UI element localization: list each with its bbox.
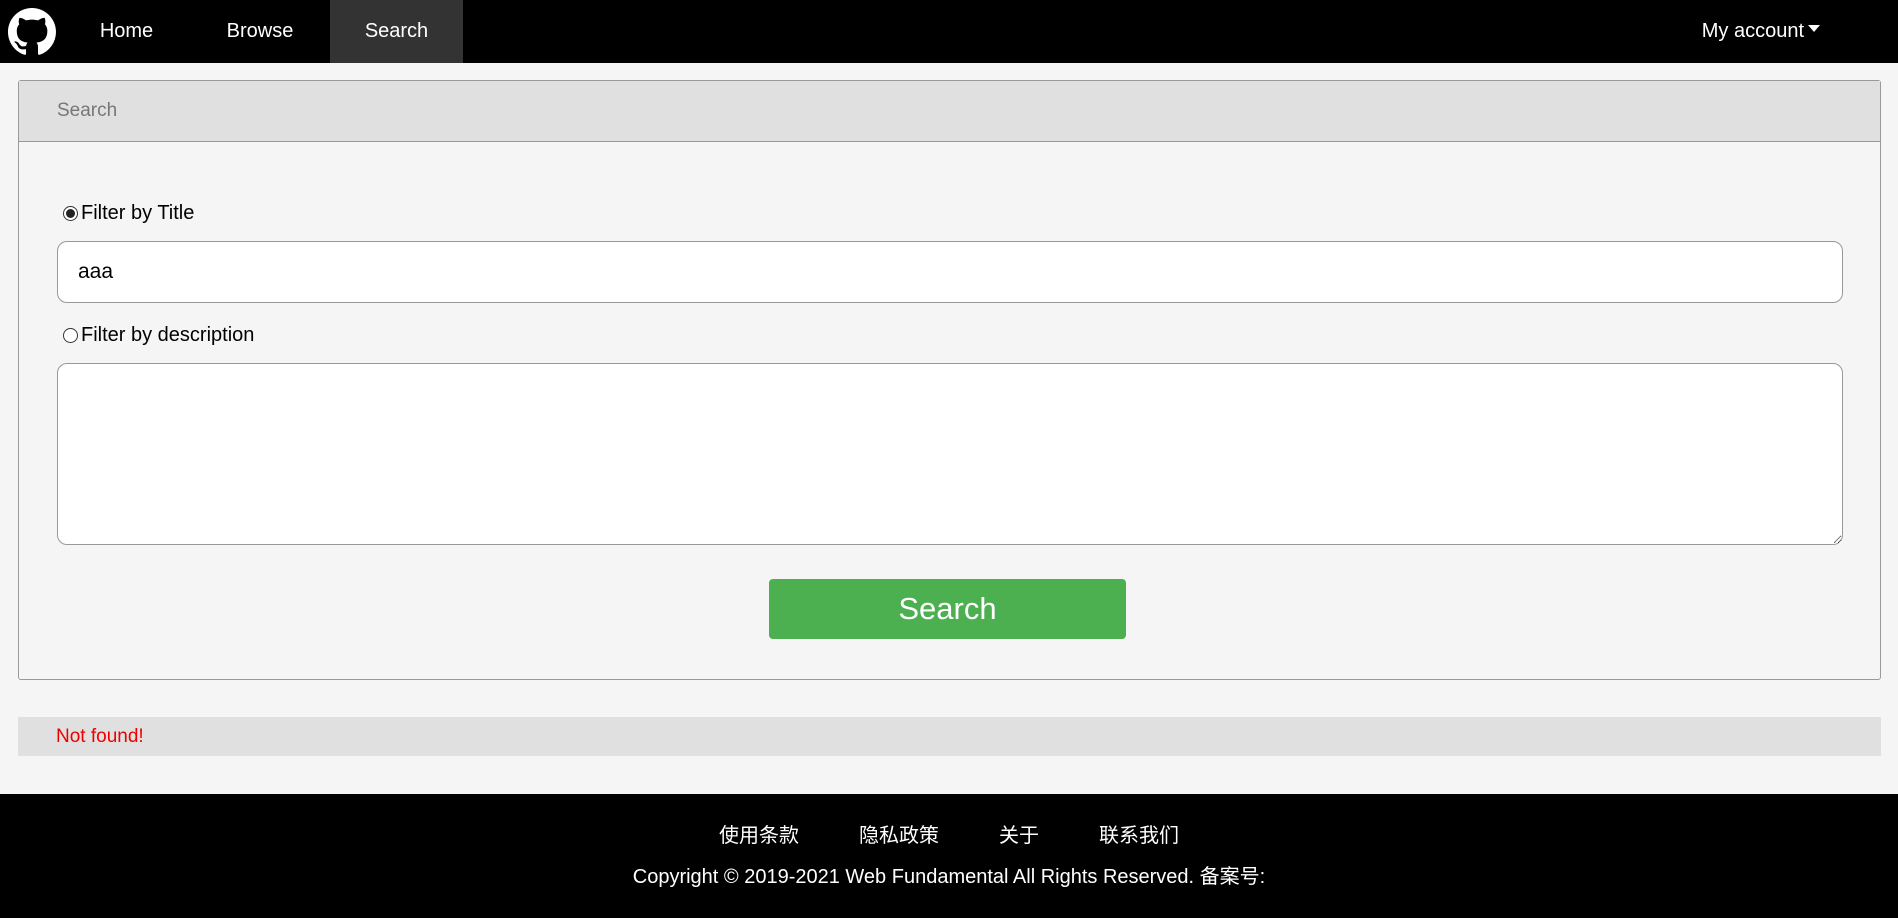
search-button[interactable]: Search [769, 579, 1126, 639]
filter-title-radio[interactable] [63, 205, 78, 221]
panel-body: Filter by Title Filter by description Se… [19, 199, 1880, 639]
my-account-label: My account [1701, 20, 1804, 42]
filter-description-label: Filter by description [81, 323, 255, 346]
caret-down-icon [1808, 25, 1820, 32]
filter-title-label: Filter by Title [81, 201, 195, 224]
footer-link-contact[interactable]: 联系我们 [1099, 819, 1179, 848]
copyright-text: Copyright © 2019-2021 Web Fundamental Al… [632, 866, 1266, 888]
filter-title-option[interactable]: Filter by Title [57, 199, 1842, 227]
github-logo-icon[interactable] [0, 0, 63, 63]
footer-link-privacy[interactable]: 隐私政策 [859, 819, 939, 848]
footer-links: 使用条款 隐私政策 关于 联系我们 [0, 819, 1898, 848]
nav-home-link[interactable]: Home [63, 0, 190, 63]
footer-link-terms[interactable]: 使用条款 [719, 819, 799, 848]
my-account-dropdown[interactable]: My account [1702, 0, 1898, 63]
panel-heading: Search [19, 81, 1880, 142]
nav-browse-link[interactable]: Browse [190, 0, 330, 63]
result-message-bar: Not found! [18, 717, 1881, 756]
github-octocat-icon [7, 7, 56, 55]
search-panel: Search Filter by Title Filter by descrip… [18, 80, 1881, 680]
description-search-textarea[interactable] [57, 363, 1843, 545]
filter-description-radio[interactable] [63, 327, 78, 343]
title-search-input[interactable] [57, 241, 1843, 303]
footer-link-about[interactable]: 关于 [999, 819, 1039, 848]
nav-search-link[interactable]: Search [330, 0, 463, 63]
page-footer: 使用条款 隐私政策 关于 联系我们 Copyright © 2019-2021 … [0, 794, 1898, 918]
top-navbar: Home Browse Search My account [0, 0, 1898, 63]
filter-description-option[interactable]: Filter by description [57, 321, 1842, 349]
not-found-message: Not found! [56, 725, 144, 747]
panel-title: Search [57, 100, 118, 121]
radio-selected-dot [66, 208, 75, 218]
